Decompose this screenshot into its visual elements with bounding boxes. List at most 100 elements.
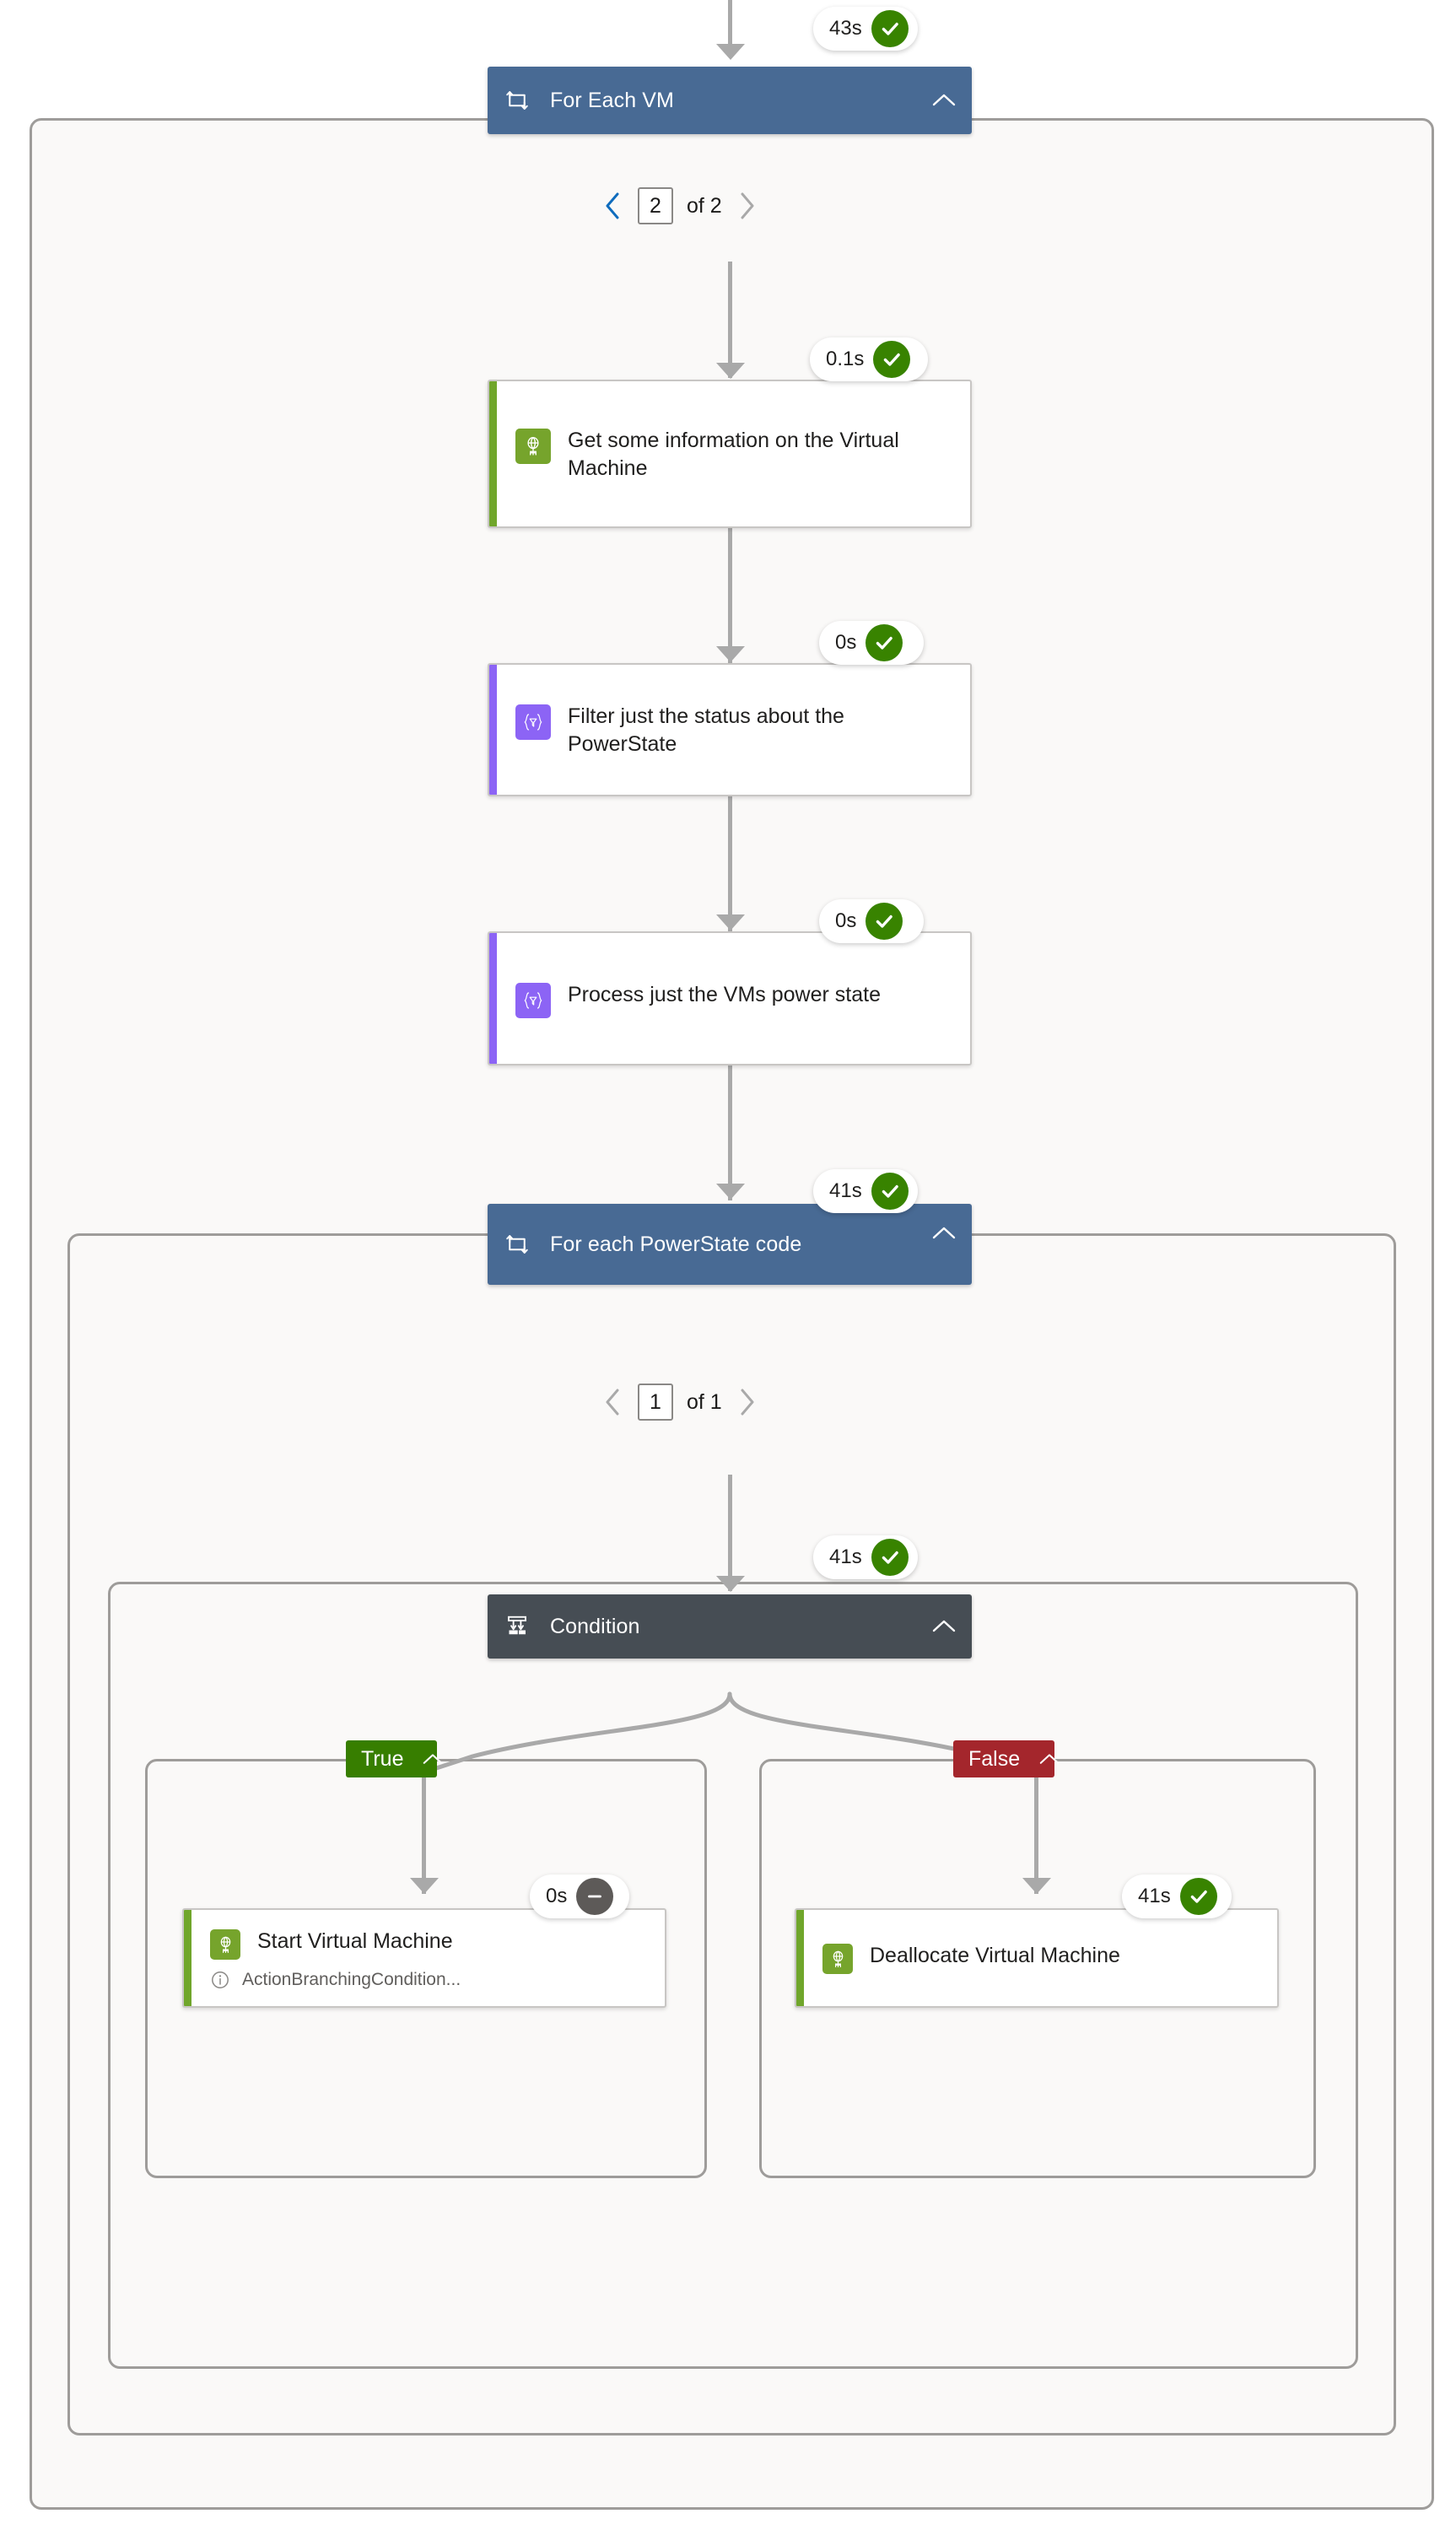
- foreach-powerstate-pager[interactable]: 1 of 1: [601, 1384, 759, 1421]
- chevron-up-icon[interactable]: [1038, 1752, 1060, 1767]
- connector-top: [728, 0, 732, 51]
- chevron-up-icon[interactable]: [930, 86, 958, 115]
- card-note: ActionBranchingCondition...: [210, 1970, 650, 1990]
- connector-getinfo-to-filter: [728, 528, 732, 663]
- start-vm-status-pill: 0s: [530, 1874, 629, 1918]
- card-accent-bar: [796, 1910, 804, 2006]
- connector-false-to-deallocatevm: [1034, 1776, 1038, 1894]
- arrowhead-process: [716, 914, 745, 930]
- arrowhead-top: [716, 44, 745, 60]
- branch-label-false[interactable]: False: [953, 1740, 1060, 1777]
- filter-status-pill: 0s: [819, 621, 924, 665]
- condition-header[interactable]: Condition: [488, 1594, 972, 1659]
- azure-vm-icon: [822, 1944, 853, 1974]
- azure-vm-icon: [210, 1929, 240, 1960]
- azure-vm-icon: [515, 429, 551, 464]
- pager-page-input[interactable]: 1: [638, 1384, 673, 1421]
- chevron-up-icon[interactable]: [930, 1612, 958, 1641]
- duration-label: 0s: [546, 1885, 568, 1907]
- arrowhead-filter: [716, 646, 745, 662]
- foreach-vm-pager[interactable]: 2 of 2: [601, 187, 759, 224]
- duration-label: 41s: [829, 1545, 862, 1568]
- card-body: Start Virtual Machine ActionBranchingCon…: [191, 1910, 665, 2006]
- flow-run-canvas: For Each VM 43s 2 of 2 Get some informat…: [0, 0, 1456, 2546]
- card-main: Process just the VMs power state: [515, 981, 955, 1018]
- arrowhead-startvm: [410, 1878, 439, 1894]
- data-operation-filter-icon: [515, 704, 551, 740]
- branch-label-text: True: [361, 1746, 404, 1771]
- foreach-powerstate-status-pill: 41s: [813, 1169, 918, 1213]
- process-power-state-status-pill: 0s: [819, 899, 924, 943]
- connector-filter-to-process: [728, 796, 732, 931]
- data-operation-filter-icon: [515, 982, 551, 1018]
- loop-icon: [503, 1230, 531, 1259]
- duration-label: 43s: [829, 17, 862, 40]
- condition-branch-splitter: [423, 1691, 1040, 1774]
- card-note-text: ActionBranchingCondition...: [242, 1970, 461, 1989]
- card-body: Filter just the status about the PowerSt…: [497, 665, 970, 795]
- card-accent-bar: [489, 933, 497, 1064]
- check-icon: [871, 10, 909, 47]
- foreach-vm-title: For Each VM: [550, 88, 674, 112]
- branch-label-true[interactable]: True: [346, 1740, 443, 1777]
- branch-label-text: False: [968, 1746, 1021, 1771]
- pager-page-input[interactable]: 2: [638, 187, 673, 224]
- card-title: Get some information on the Virtual Mach…: [568, 429, 899, 480]
- check-icon: [1179, 1878, 1217, 1915]
- pager-total-label: of 2: [687, 193, 722, 218]
- foreach-powerstate-header[interactable]: For each PowerState code: [488, 1204, 972, 1285]
- foreach-powerstate-title: For each PowerState code: [550, 1232, 802, 1256]
- condition-title: Condition: [550, 1614, 640, 1638]
- pager-prev-button[interactable]: [601, 189, 624, 223]
- check-icon: [871, 1539, 909, 1576]
- card-main: Filter just the status about the PowerSt…: [515, 703, 955, 758]
- duration-label: 0.1s: [826, 348, 865, 370]
- card-accent-bar: [184, 1910, 191, 2006]
- pager-prev-button[interactable]: [601, 1385, 624, 1419]
- pager-next-button[interactable]: [736, 189, 759, 223]
- check-icon: [873, 341, 911, 378]
- chevron-up-icon[interactable]: [422, 1752, 444, 1767]
- minus-icon: [576, 1878, 614, 1915]
- connector-foreach-to-getinfo: [728, 262, 732, 378]
- chevron-up-icon[interactable]: [930, 1219, 958, 1248]
- card-title: Process just the VMs power state: [568, 982, 881, 1006]
- card-accent-bar: [489, 381, 497, 526]
- foreach-vm-header[interactable]: For Each VM: [488, 67, 972, 134]
- loop-icon: [503, 86, 531, 115]
- check-icon: [871, 1173, 909, 1210]
- duration-label: 0s: [835, 631, 857, 654]
- get-info-status-pill: 0.1s: [810, 337, 928, 381]
- connector-process-to-foreach-powerstate: [728, 1065, 732, 1200]
- card-main: Get some information on the Virtual Mach…: [515, 427, 955, 483]
- check-icon: [866, 624, 903, 661]
- foreach-vm-status-pill: 43s: [813, 7, 918, 51]
- info-icon: [210, 1970, 230, 1990]
- action-card-get-info[interactable]: Get some information on the Virtual Mach…: [488, 380, 972, 528]
- arrowhead-getinfo: [716, 363, 745, 379]
- card-title: Filter just the status about the PowerSt…: [568, 704, 844, 756]
- duration-label: 41s: [829, 1179, 862, 1202]
- pager-next-button[interactable]: [736, 1385, 759, 1419]
- arrowhead-deallocatevm: [1022, 1878, 1051, 1894]
- card-body: Deallocate Virtual Machine: [804, 1910, 1277, 2006]
- connector-powerstate-to-condition: [728, 1475, 732, 1591]
- pager-total-label: of 1: [687, 1389, 722, 1414]
- action-card-deallocate-vm[interactable]: Deallocate Virtual Machine: [795, 1908, 1279, 2008]
- card-body: Process just the VMs power state: [497, 933, 970, 1064]
- check-icon: [866, 903, 903, 940]
- action-card-start-vm[interactable]: Start Virtual Machine ActionBranchingCon…: [182, 1908, 666, 2008]
- condition-branch-icon: [503, 1612, 531, 1641]
- connector-true-to-startvm: [422, 1776, 426, 1894]
- arrowhead-foreach-powerstate: [716, 1184, 745, 1200]
- card-title: Start Virtual Machine: [257, 1929, 453, 1953]
- card-accent-bar: [489, 665, 497, 795]
- arrowhead-condition: [716, 1576, 745, 1592]
- duration-label: 0s: [835, 909, 857, 932]
- action-card-filter-status[interactable]: Filter just the status about the PowerSt…: [488, 663, 972, 796]
- action-card-process-power-state[interactable]: Process just the VMs power state: [488, 931, 972, 1065]
- card-title: Deallocate Virtual Machine: [870, 1944, 1120, 1967]
- deallocate-vm-status-pill: 41s: [1122, 1874, 1232, 1918]
- duration-label: 41s: [1138, 1885, 1171, 1907]
- condition-status-pill: 41s: [813, 1535, 918, 1579]
